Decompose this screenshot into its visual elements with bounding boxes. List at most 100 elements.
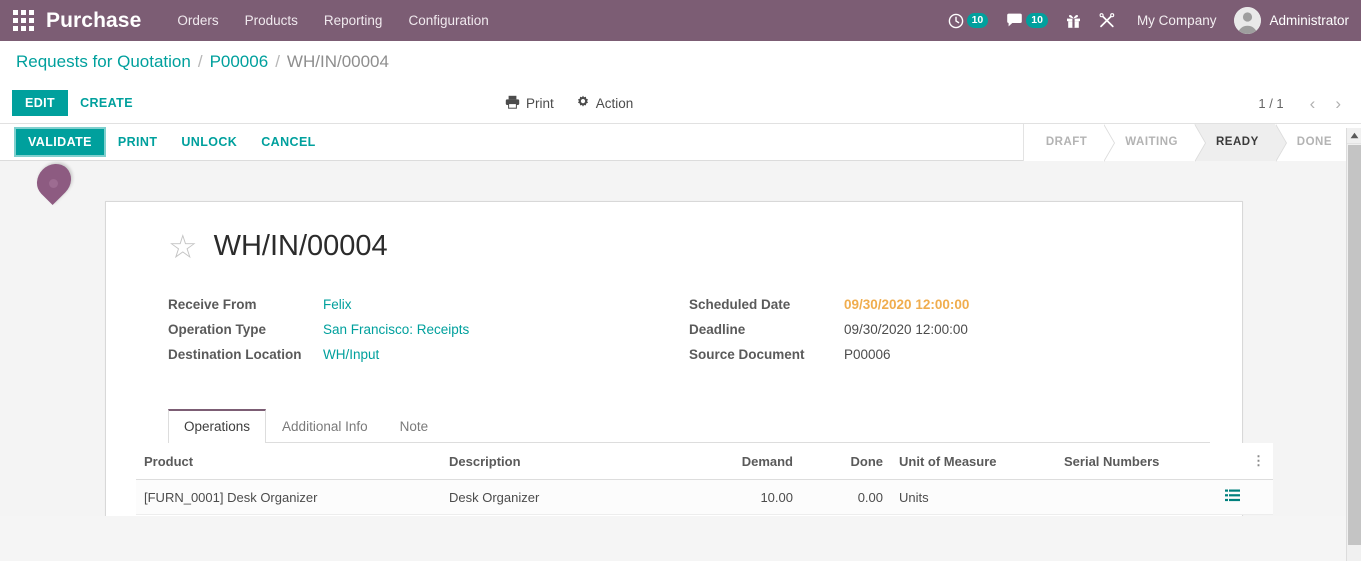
breadcrumb-separator: / [197,52,203,71]
user-menu[interactable]: Administrator [1228,7,1349,34]
notebook: Operations Additional Info Note Product … [136,408,1273,515]
breadcrumb-current: WH/IN/00004 [286,52,389,71]
field-label: Deadline [689,322,746,337]
stage-draft[interactable]: DRAFT [1022,123,1116,162]
top-navbar: Purchase Orders Products Reporting Confi… [0,0,1361,41]
statusbar: VALIDATE PRINT UNLOCK CANCEL DRAFT WAITI… [0,123,1361,162]
tools-menu-button[interactable] [1090,0,1125,41]
breadcrumb: Requests for Quotation / P00006 / WH/IN/… [0,41,1361,83]
cell-unit-of-measure[interactable]: Units [891,479,1056,515]
apps-menu-button[interactable] [0,10,46,31]
list-detail-icon[interactable] [1224,489,1240,505]
scroll-up-arrow-icon[interactable] [1347,128,1361,144]
operations-table-wrapper: Product Description Demand Done Unit of … [136,443,1273,515]
cell-done[interactable]: 0.00 [801,479,891,515]
page-title: WH/IN/00004 [213,230,388,262]
column-header-serial-numbers[interactable]: Serial Numbers [1056,443,1191,480]
vertical-scrollbar[interactable] [1346,128,1361,561]
validate-button[interactable]: VALIDATE [14,127,106,157]
scrollbar-thumb[interactable] [1348,145,1361,545]
field-label: Operation Type [168,322,267,337]
cell-product[interactable]: [FURN_0001] Desk Organizer [136,479,441,515]
print-label: Print [526,95,554,111]
chevron-left-icon[interactable]: ‹ [1302,95,1324,112]
pager-value: 1 / 1 [1258,95,1284,111]
field-scheduled-date: Scheduled Date 09/30/2020 12:00:00 [689,297,1210,322]
breadcrumb-separator: / [275,52,280,71]
field-value-source-document[interactable]: P00006 [844,347,891,362]
stage-waiting[interactable]: WAITING [1103,123,1206,162]
main-menu: Orders Products Reporting Configuration [177,13,488,28]
table-head: Product Description Demand Done Unit of … [136,443,1273,480]
status-pipeline: DRAFT WAITING READY DONE [1022,123,1361,162]
user-name-label: Administrator [1269,13,1349,28]
messages-count-badge: 10 [1026,13,1048,28]
gift-box-icon [1066,13,1081,29]
print-menu-button[interactable]: Print [505,95,554,112]
wrench-tools-icon [1099,12,1116,29]
unlock-button[interactable]: UNLOCK [169,129,249,155]
pager: 1 / 1 ‹ › [1258,95,1349,112]
control-panel-actions: Print Action [505,95,633,112]
cell-description[interactable]: Desk Organizer [441,479,656,515]
breadcrumb-parent-link[interactable]: P00006 [210,52,269,72]
breadcrumb-root-link[interactable]: Requests for Quotation [16,52,191,72]
cancel-button[interactable]: CANCEL [249,129,327,155]
column-header-unit-of-measure[interactable]: Unit of Measure [891,443,1056,480]
form-body: ☆ WH/IN/00004 Receive From Felix Operati… [0,161,1361,516]
messages-menu-button[interactable]: 10 [997,0,1057,41]
record-title-row: ☆ WH/IN/00004 [168,230,1210,263]
action-menu-button[interactable]: Action [576,95,633,112]
activities-count-badge: 10 [966,13,989,28]
cell-demand[interactable]: 10.00 [656,479,801,515]
notebook-tabs: Operations Additional Info Note [168,408,1210,443]
field-column-right: Scheduled Date 09/30/2020 12:00:00 Deadl… [689,297,1210,372]
table-row[interactable]: [FURN_0001] Desk Organizer Desk Organize… [136,479,1273,515]
apps-grid-icon [12,10,34,31]
field-value-deadline[interactable]: 09/30/2020 12:00:00 [844,322,968,337]
tab-note[interactable]: Note [384,409,445,443]
field-value-destination-location[interactable]: WH/Input [323,347,379,362]
app-brand-title[interactable]: Purchase [46,9,141,33]
field-deadline: Deadline 09/30/2020 12:00:00 [689,322,1210,347]
menu-item-orders[interactable]: Orders [177,13,218,28]
field-destination-location: Destination Location WH/Input [168,347,689,372]
field-value-receive-from[interactable]: Felix [323,297,352,312]
tab-additional-info[interactable]: Additional Info [266,409,384,443]
activities-menu-button[interactable]: 10 [939,0,998,41]
create-button[interactable]: CREATE [68,90,145,116]
field-column-left: Receive From Felix Operation Type San Fr… [168,297,689,372]
menu-item-configuration[interactable]: Configuration [408,13,488,28]
field-label: Source Document [689,347,805,362]
field-label: Destination Location [168,347,302,362]
chevron-right-icon[interactable]: › [1327,95,1349,112]
column-header-product[interactable]: Product [136,443,441,480]
field-operation-type: Operation Type San Francisco: Receipts [168,322,689,347]
column-header-demand[interactable]: Demand [656,443,801,480]
vertical-dots-icon: ⋮ [1252,453,1265,468]
cell-detail-action[interactable] [1191,479,1273,515]
edit-button[interactable]: EDIT [12,90,69,116]
field-group: Receive From Felix Operation Type San Fr… [168,297,1210,372]
field-label: Scheduled Date [689,297,791,312]
menu-item-products[interactable]: Products [245,13,298,28]
navbar-right-zone: 10 10 My Company Administrator [939,0,1361,41]
field-value-operation-type[interactable]: San Francisco: Receipts [323,322,469,337]
field-receive-from: Receive From Felix [168,297,689,322]
tab-operations[interactable]: Operations [168,409,267,443]
column-options-button[interactable]: ⋮ [1191,443,1273,480]
stage-ready[interactable]: READY [1194,123,1287,162]
gear-icon [576,95,590,112]
column-header-done[interactable]: Done [801,443,891,480]
cell-serial-numbers[interactable] [1056,479,1191,515]
record-sheet: ☆ WH/IN/00004 Receive From Felix Operati… [105,201,1273,516]
company-switcher[interactable]: My Company [1125,13,1229,28]
table-header-row: Product Description Demand Done Unit of … [136,443,1273,480]
gift-menu-button[interactable] [1057,0,1090,41]
field-value-scheduled-date[interactable]: 09/30/2020 12:00:00 [844,297,969,312]
print-button[interactable]: PRINT [106,129,170,155]
cursor-marker-center [49,179,58,188]
column-header-description[interactable]: Description [441,443,656,480]
menu-item-reporting[interactable]: Reporting [324,13,383,28]
star-outline-icon[interactable]: ☆ [168,230,198,263]
